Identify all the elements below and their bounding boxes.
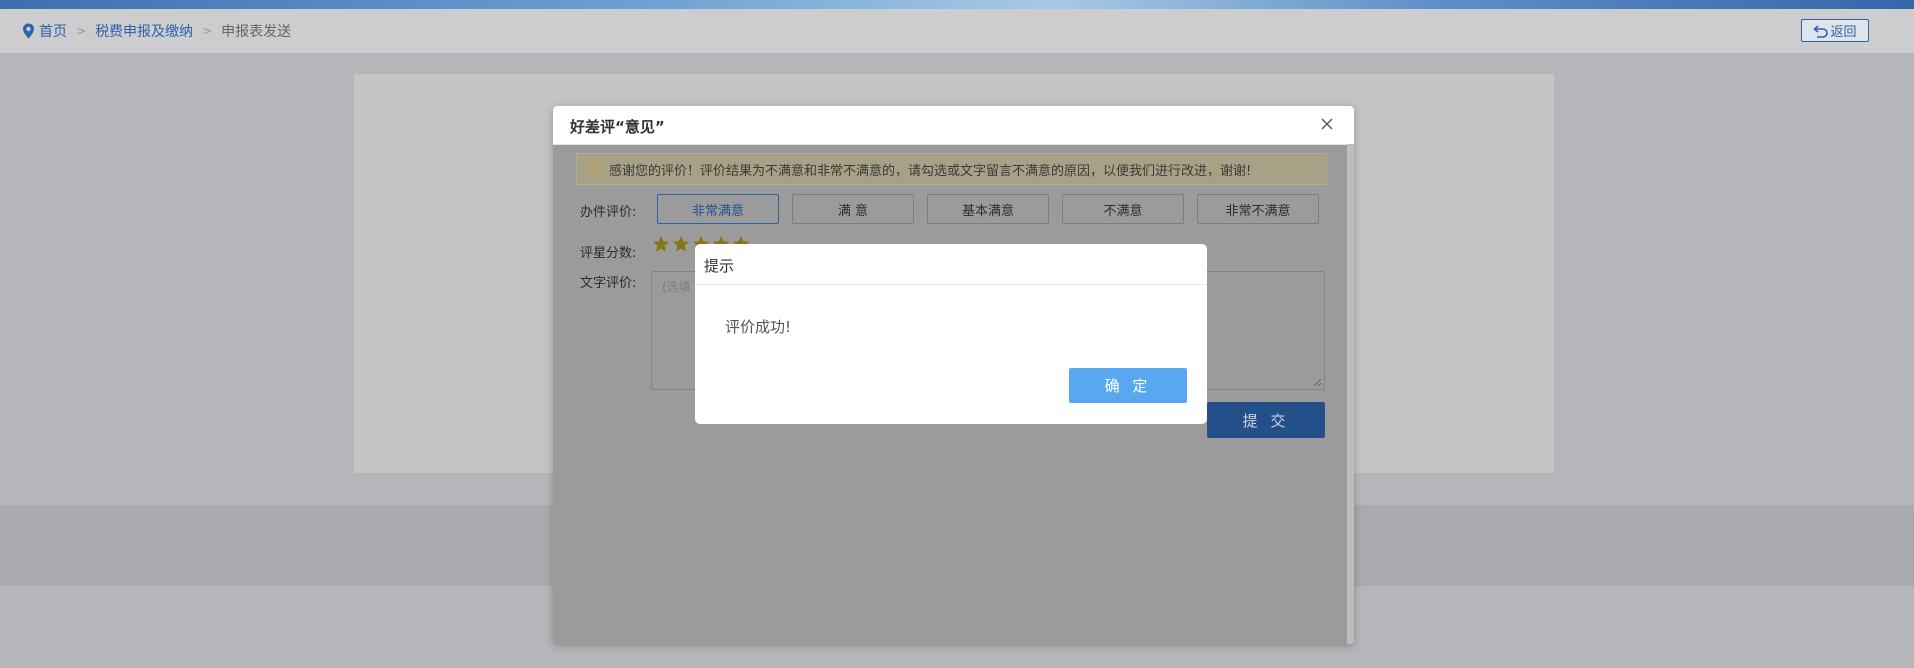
breadcrumb: 首页 > 税费申报及缴纳 > 申报表发送: [22, 21, 291, 41]
text-label: 文字评价:: [580, 276, 637, 291]
notice-text: 感谢您的评价！评价结果为不满意和非常不满意的，请勾选或文字留言不满意的原因，以便…: [609, 163, 1252, 179]
breadcrumb-home[interactable]: 首页: [39, 21, 67, 41]
location-pin-icon: [23, 23, 34, 39]
tip-dialog-title: 提示: [704, 257, 735, 275]
close-icon[interactable]: [1320, 117, 1334, 131]
option-satisfied[interactable]: 满 意: [792, 194, 914, 224]
text-evaluation-placeholder: (选填: [662, 280, 691, 294]
return-arrow-icon: [1813, 24, 1829, 38]
breadcrumb-separator: >: [76, 24, 87, 38]
tip-dialog: 提示 评价成功! 确 定: [695, 244, 1207, 424]
evaluation-modal-title: 好差评“意见”: [570, 118, 665, 136]
star-icon[interactable]: [652, 235, 670, 253]
resize-grip-icon[interactable]: [1313, 378, 1322, 387]
score-label: 评星分数:: [580, 246, 637, 261]
option-dissatisfied[interactable]: 不满意: [1062, 194, 1184, 224]
breadcrumb-section[interactable]: 税费申报及缴纳: [95, 21, 193, 41]
tip-dialog-header: 提示: [695, 244, 1207, 285]
confirm-button[interactable]: 确 定: [1069, 368, 1187, 403]
submit-button[interactable]: 提 交: [1207, 402, 1325, 438]
option-very-satisfied[interactable]: 非常满意: [657, 194, 779, 224]
option-very-dissatisfied[interactable]: 非常不满意: [1197, 194, 1319, 224]
breadcrumb-separator: >: [202, 24, 213, 38]
option-basically-satisfied[interactable]: 基本满意: [927, 194, 1049, 224]
smile-icon: [587, 161, 602, 177]
breadcrumb-current: 申报表发送: [221, 24, 292, 40]
star-icon[interactable]: [672, 235, 690, 253]
modal-scrollbar[interactable]: [1347, 144, 1354, 644]
evaluation-modal-header: 好差评“意见”: [553, 106, 1354, 145]
breadcrumb-bar: 首页 > 税费申报及缴纳 > 申报表发送 返回: [0, 9, 1914, 53]
evaluation-notice: 感谢您的评价！评价结果为不满意和非常不满意的，请勾选或文字留言不满意的原因，以便…: [576, 153, 1327, 185]
back-button[interactable]: 返回: [1801, 19, 1869, 42]
rating-label: 办件评价:: [580, 205, 637, 220]
tip-dialog-message: 评价成功!: [725, 318, 792, 336]
back-button-label: 返回: [1830, 25, 1857, 40]
top-banner-strip: [0, 0, 1914, 9]
